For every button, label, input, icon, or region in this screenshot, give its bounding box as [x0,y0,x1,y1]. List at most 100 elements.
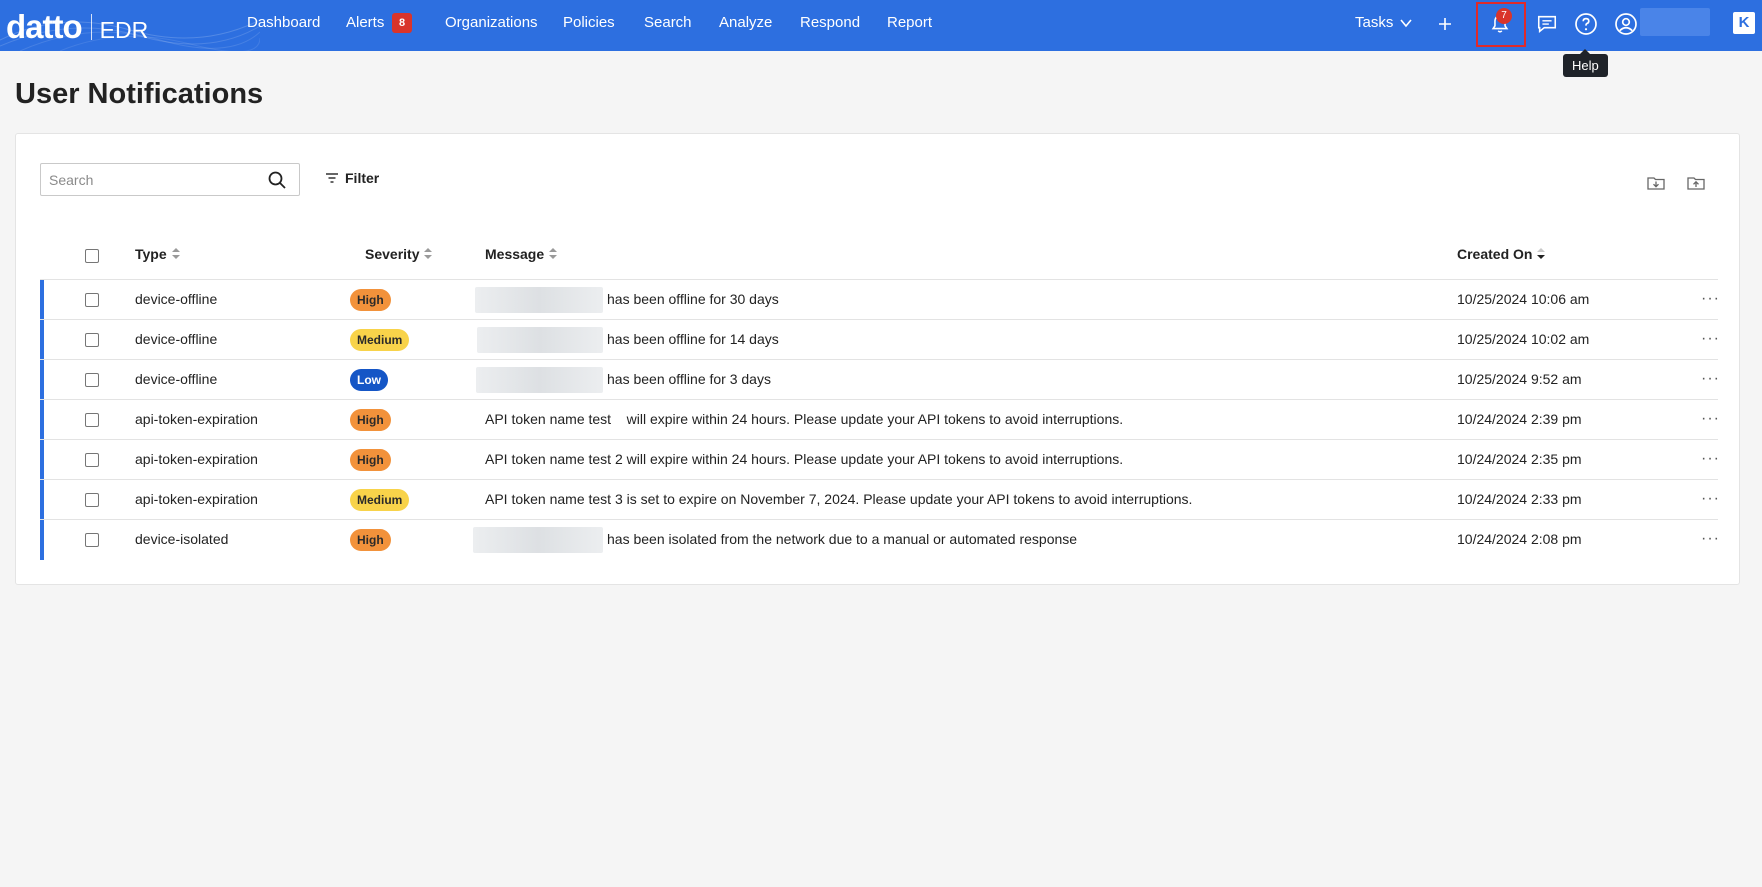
row-created-on: 10/25/2024 9:52 am [1457,371,1582,387]
export-folder-icon[interactable] [1646,173,1666,193]
row-actions-menu[interactable]: ··· [1701,370,1720,388]
import-folder-icon[interactable] [1686,173,1706,193]
row-created-on: 10/24/2024 2:08 pm [1457,531,1582,547]
add-button[interactable] [1431,10,1459,38]
device-name-redacted [475,287,603,313]
device-name-redacted [477,327,603,353]
row-type: device-isolated [135,531,229,547]
nav-organizations[interactable]: Organizations [445,14,538,31]
search-field[interactable] [40,163,300,196]
row-created-on: 10/25/2024 10:06 am [1457,291,1590,307]
tasks-label: Tasks [1355,14,1394,31]
chevron-down-icon [1400,18,1412,27]
nav-analyze[interactable]: Analyze [719,14,772,31]
severity-badge: Medium [350,489,410,511]
top-navbar: datto EDR Dashboard Alerts 8 Organizatio… [0,0,1762,51]
logo-brand-text: datto [6,8,83,45]
row-checkbox[interactable] [85,333,99,347]
nav-dashboard[interactable]: Dashboard [247,14,320,31]
select-all-checkbox[interactable] [85,249,99,263]
nav-policies[interactable]: Policies [563,14,615,31]
column-header-message[interactable]: Message [485,246,558,262]
row-actions-menu[interactable]: ··· [1701,490,1720,508]
help-button[interactable] [1572,10,1600,38]
help-tooltip: Help [1563,49,1608,77]
kaseya-app-switcher[interactable]: K [1733,12,1755,34]
alerts-count-badge: 8 [392,13,412,33]
row-actions-menu[interactable]: ··· [1701,330,1720,348]
row-type: device-offline [135,371,218,387]
column-header-created-on[interactable]: Created On [1457,246,1546,262]
column-header-severity[interactable]: Severity [365,246,433,262]
search-icon[interactable] [267,170,287,190]
page-title: User Notifications [15,78,264,110]
messages-button[interactable] [1533,10,1561,38]
column-severity-label: Severity [365,246,420,262]
nav-respond[interactable]: Respond [800,14,860,31]
table-row[interactable]: device-offline Medium has been offline f… [40,319,1720,360]
row-accent-bar [40,280,44,320]
table-row[interactable]: api-token-expiration High API token name… [40,399,1720,440]
user-profile-button[interactable] [1612,10,1640,38]
severity-badge: Medium [350,329,410,351]
row-accent-bar [40,400,44,440]
row-message: has been offline for 30 days [607,291,779,307]
row-actions-menu[interactable]: ··· [1701,530,1720,548]
row-accent-bar [40,440,44,480]
nav-alerts[interactable]: Alerts [346,14,384,31]
table-row[interactable]: device-offline High has been offline for… [40,279,1720,320]
row-message: API token name test 3 is set to expire o… [485,491,1193,507]
row-actions-menu[interactable]: ··· [1701,290,1720,308]
row-checkbox[interactable] [85,413,99,427]
sort-desc-icon [1537,248,1546,260]
column-message-label: Message [485,246,545,262]
logo-product-text: EDR [99,17,149,43]
table-row[interactable]: device-isolated High has been isolated f… [40,519,1720,560]
nav-report[interactable]: Report [887,14,932,31]
row-message: has been isolated from the network due t… [607,531,1078,547]
row-type: api-token-expiration [135,491,258,507]
row-actions-menu[interactable]: ··· [1701,410,1720,428]
notifications-card: Filter Type Severity Message Created On … [15,133,1740,585]
column-type-label: Type [135,246,167,262]
device-name-redacted [476,367,603,393]
row-accent-bar [40,520,44,560]
nav-search[interactable]: Search [644,14,692,31]
user-avatar-icon [1615,13,1637,35]
severity-badge: High [350,529,391,551]
row-checkbox[interactable] [85,373,99,387]
chat-icon [1537,15,1557,33]
row-created-on: 10/24/2024 2:35 pm [1457,451,1582,467]
table-row[interactable]: device-offline Low has been offline for … [40,359,1720,400]
row-message: API token name test 2 will expire within… [485,451,1124,467]
user-name-redacted[interactable] [1640,8,1710,36]
table-header: Type Severity Message Created On [40,240,1718,270]
tasks-dropdown[interactable]: Tasks [1355,14,1413,31]
row-accent-bar [40,360,44,400]
row-checkbox[interactable] [85,453,99,467]
filter-button[interactable]: Filter [325,170,379,186]
row-message: API token name test will expire within 2… [485,411,1124,427]
table-row[interactable]: api-token-expiration High API token name… [40,439,1720,480]
row-actions-menu[interactable]: ··· [1701,450,1720,468]
row-message: has been offline for 3 days [607,371,771,387]
logo-divider [90,14,92,40]
datto-edr-logo[interactable]: datto EDR [6,8,148,46]
row-type: device-offline [135,291,218,307]
filter-label: Filter [345,170,380,186]
row-checkbox[interactable] [85,293,99,307]
severity-badge: High [350,289,391,311]
search-input[interactable] [49,170,249,190]
sort-icon [171,248,180,260]
row-created-on: 10/24/2024 2:39 pm [1457,411,1582,427]
sort-icon [549,248,558,260]
row-accent-bar [40,480,44,520]
row-checkbox[interactable] [85,533,99,547]
table-row[interactable]: api-token-expiration Medium API token na… [40,479,1720,520]
row-type: api-token-expiration [135,411,258,427]
column-header-type[interactable]: Type [135,246,180,262]
row-accent-bar [40,320,44,360]
row-checkbox[interactable] [85,493,99,507]
row-message: has been offline for 14 days [607,331,779,347]
device-name-redacted [473,527,603,553]
